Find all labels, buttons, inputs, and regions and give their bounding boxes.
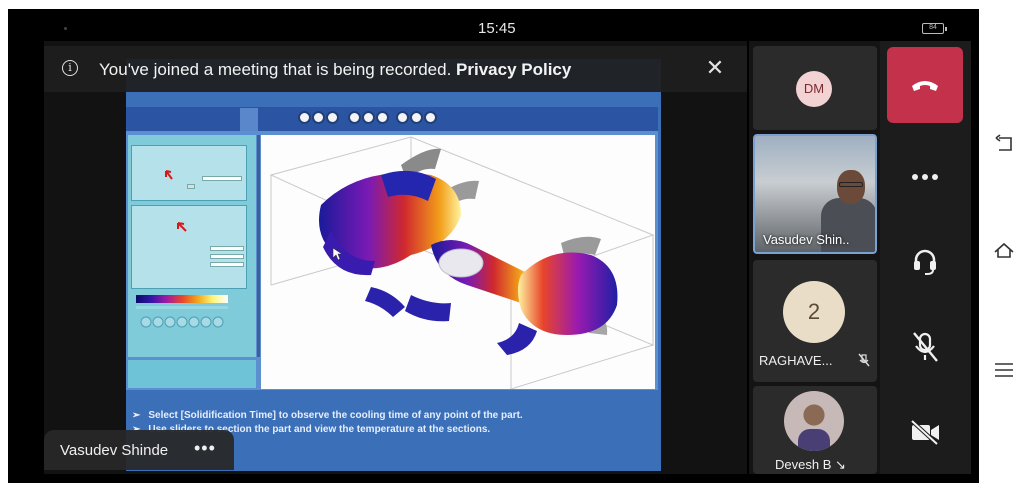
mic-off-icon — [913, 332, 938, 362]
battery-icon: 84 — [922, 23, 947, 34]
participant-tile[interactable]: Devesh B ↘ — [753, 386, 877, 474]
sim-status-panel — [128, 360, 256, 388]
mute-button[interactable] — [887, 309, 963, 385]
status-time: 15:45 — [478, 20, 516, 37]
avatar: DM — [796, 71, 832, 107]
slide-line-1: ➢ Select [Solidification Time] to observe… — [132, 410, 523, 421]
more-icon — [912, 174, 938, 180]
color-scale-track — [136, 306, 228, 309]
sim-tool-icon — [312, 111, 325, 124]
3d-viewport — [261, 135, 655, 390]
audio-button[interactable] — [887, 224, 963, 300]
sim-tool-icon — [376, 111, 389, 124]
participant-name: Vasudev Shin.. — [763, 232, 850, 247]
privacy-policy-link[interactable]: Privacy Policy — [456, 60, 571, 79]
mic-off-icon — [858, 353, 870, 367]
recents-icon[interactable] — [993, 359, 1015, 381]
call-controls — [880, 41, 971, 474]
sim-field — [210, 246, 244, 251]
sim-tool-icon — [410, 111, 423, 124]
more-icon[interactable]: ••• — [194, 438, 216, 459]
phone-hangup-icon — [912, 81, 938, 91]
presenter-name-tag[interactable]: Vasudev Shinde ••• — [44, 430, 234, 470]
more-options-button[interactable] — [887, 139, 963, 215]
info-icon: i — [62, 60, 78, 76]
home-icon[interactable] — [993, 239, 1015, 261]
sim-results-panel — [128, 135, 256, 357]
video-person-head — [837, 170, 865, 204]
video-person-glasses — [839, 182, 863, 187]
simulation-window — [126, 107, 658, 390]
sim-buttons-row — [140, 316, 224, 328]
camera-off-icon — [910, 419, 939, 445]
sim-tool-icon — [424, 111, 437, 124]
sim-divider — [257, 135, 260, 357]
presenter-name: Vasudev Shinde — [60, 442, 169, 459]
participants-panel: DM Vasudev Shin.. 2 RAGHAVE... Devesh B … — [749, 41, 880, 474]
headset-icon — [914, 249, 936, 275]
participant-video: Vasudev Shin.. — [753, 134, 877, 254]
participant-tile[interactable]: DM — [753, 46, 877, 130]
avatar: 2 — [783, 281, 845, 343]
presentation-slide: ➢ Select [Solidification Time] to observe… — [126, 59, 661, 471]
red-arrow-annotation — [165, 170, 187, 232]
participant-name: RAGHAVE... — [759, 353, 833, 368]
recording-message: You've joined a meeting that is being re… — [99, 60, 572, 79]
sim-tool-icon — [362, 111, 375, 124]
casting-render — [269, 136, 655, 390]
shared-screen[interactable]: ➢ Select [Solidification Time] to observe… — [44, 41, 747, 474]
recording-banner: i You've joined a meeting that is being … — [44, 46, 747, 92]
participant-tile[interactable]: 2 RAGHAVE... — [753, 260, 877, 382]
system-nav-bar — [983, 9, 1024, 483]
back-icon[interactable] — [993, 133, 1015, 155]
camera-button[interactable] — [887, 394, 963, 470]
status-dot — [64, 27, 67, 30]
sim-tool-icon — [326, 111, 339, 124]
sim-field — [210, 262, 244, 267]
sim-tool-icon — [298, 111, 311, 124]
sim-field — [210, 254, 244, 259]
sim-tool-icon — [348, 111, 361, 124]
temperature-color-scale — [136, 295, 228, 303]
participant-tile[interactable]: Vasudev Shin.. — [753, 134, 877, 254]
close-icon[interactable]: ✕ — [704, 57, 726, 79]
sim-tool-icon — [396, 111, 409, 124]
sim-tab-active — [240, 108, 258, 131]
hang-up-button[interactable] — [887, 47, 963, 123]
avatar-shirt — [798, 429, 830, 451]
sim-menu-bar — [126, 107, 658, 131]
avatar — [784, 391, 844, 451]
participant-name: Devesh B ↘ — [775, 457, 846, 472]
